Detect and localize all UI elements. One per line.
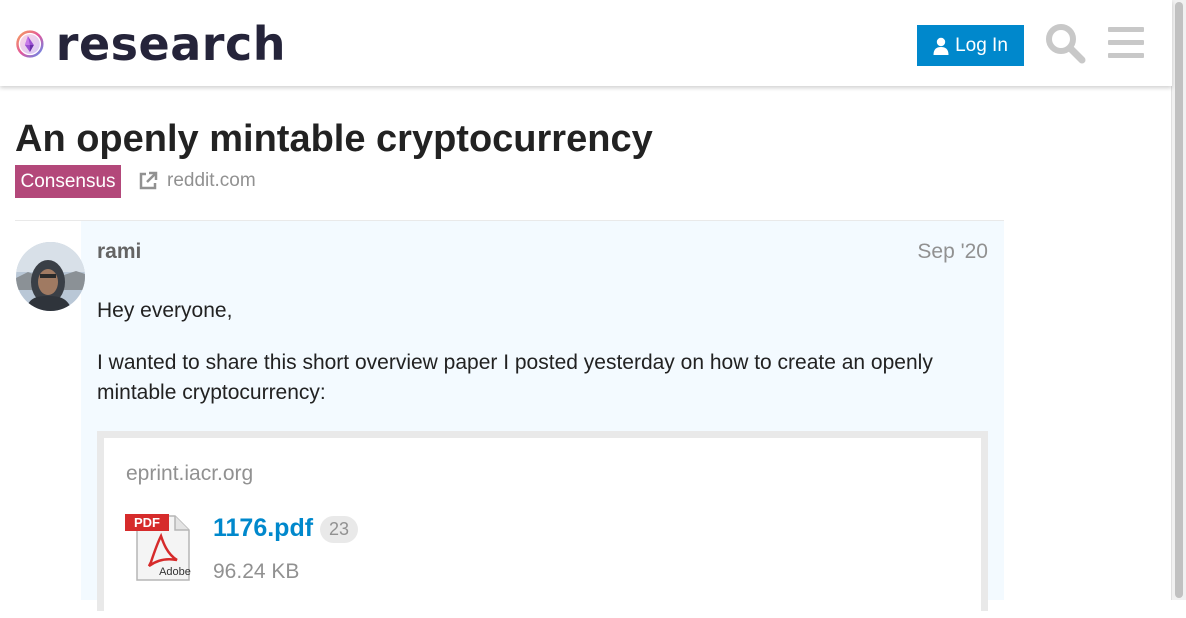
- login-label: Log In: [955, 34, 1008, 56]
- adobe-label: Adobe: [159, 566, 191, 578]
- user-icon: [933, 37, 949, 55]
- search-icon: [1046, 24, 1086, 64]
- post-paragraph: I wanted to share this short overview pa…: [97, 351, 933, 404]
- click-count-badge: 23: [320, 516, 359, 543]
- logo-text: research: [55, 17, 286, 71]
- site-header: research Log In: [0, 0, 1172, 86]
- pdf-icon: PDF Adobe: [125, 514, 191, 581]
- hamburger-menu-icon: [1108, 27, 1144, 58]
- external-link-icon: [139, 171, 158, 190]
- avatar[interactable]: [16, 242, 85, 311]
- external-link-label: reddit.com: [167, 170, 256, 191]
- post-paragraph: Hey everyone,: [97, 299, 233, 322]
- external-link[interactable]: reddit.com: [138, 169, 256, 193]
- link-preview-source[interactable]: eprint.iacr.org: [126, 462, 253, 486]
- category-badge[interactable]: Consensus: [15, 165, 121, 198]
- login-button[interactable]: Log In: [917, 25, 1024, 66]
- post-username[interactable]: rami: [97, 240, 141, 264]
- link-preview-card: eprint.iacr.org PDF Adobe 1176.pdf 23 96…: [104, 438, 981, 618]
- link-preview: eprint.iacr.org PDF Adobe 1176.pdf 23 96…: [97, 431, 988, 618]
- scrollbar-thumb[interactable]: [1175, 2, 1183, 598]
- site-logo[interactable]: research: [16, 16, 286, 72]
- file-size: 96.24 KB: [213, 560, 300, 583]
- hamburger-menu-button[interactable]: [1107, 24, 1145, 62]
- search-button[interactable]: [1044, 22, 1086, 64]
- post-date[interactable]: Sep '20: [917, 240, 988, 264]
- scrollbar[interactable]: [1171, 0, 1186, 600]
- topic-title[interactable]: An openly mintable cryptocurrency: [15, 118, 653, 161]
- logo-icon: [16, 30, 44, 58]
- pdf-icon-label: PDF: [134, 515, 160, 530]
- pdf-file-link[interactable]: 1176.pdf: [213, 514, 313, 543]
